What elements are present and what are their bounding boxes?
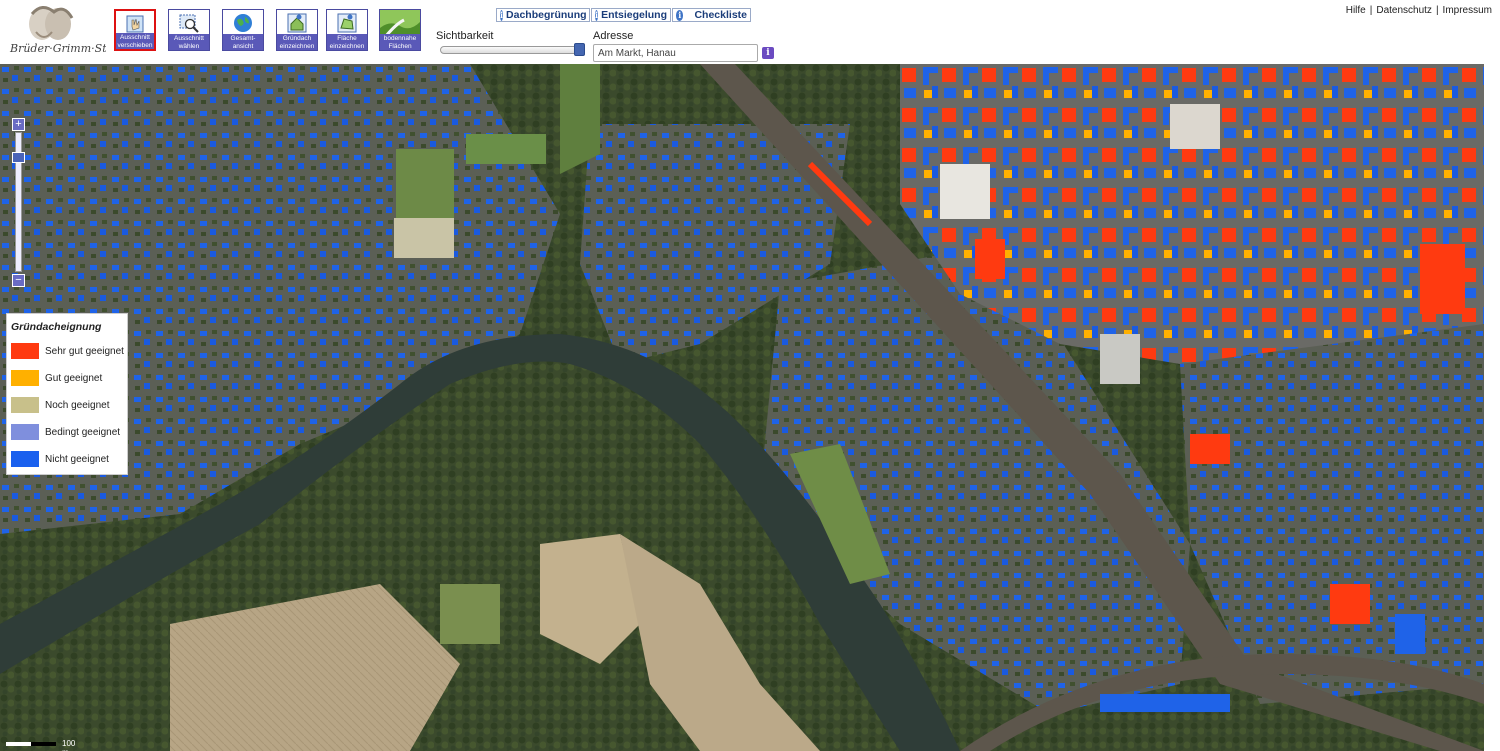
- visibility-slider-thumb[interactable]: [574, 43, 585, 56]
- checkliste-link[interactable]: i Checkliste: [672, 8, 751, 22]
- map-view[interactable]: + − Gründacheignung Sehr gut geeignet Gu…: [0, 64, 1484, 751]
- zoom-select-icon: [179, 14, 199, 33]
- aerial-map-image: [0, 64, 1484, 751]
- globe-icon: [234, 14, 252, 32]
- legend-swatch: [11, 343, 39, 359]
- info-icon: i: [676, 9, 684, 21]
- zoom-select-button-label: Ausschnitt wählen: [169, 34, 209, 50]
- dachbegruenung-label: Dachbegrünung: [506, 9, 587, 21]
- legend-item: Gut geeignet: [11, 370, 102, 386]
- svg-text:Brüder·Grimm·Stadt: Brüder·Grimm·Stadt: [9, 42, 106, 55]
- legend-swatch: [11, 451, 39, 467]
- legend-swatch: [11, 370, 39, 386]
- privacy-link[interactable]: Datenschutz: [1376, 5, 1432, 16]
- legend: Gründacheignung Sehr gut geeignet Gut ge…: [6, 313, 128, 475]
- legend-title: Gründacheignung: [11, 321, 102, 333]
- zoom-select-button[interactable]: Ausschnitt wählen: [168, 9, 210, 51]
- address-input[interactable]: [593, 44, 758, 62]
- logo: Brüder·Grimm·Stadt: [4, 2, 125, 58]
- visibility-slider[interactable]: [440, 46, 582, 54]
- legend-label: Noch geeignet: [45, 399, 110, 411]
- area-draw-icon: [337, 13, 357, 33]
- header-toolbar: Brüder·Grimm·Stadt Ausschnitt verschiebe…: [0, 0, 1500, 64]
- checkliste-label: Checkliste: [694, 9, 747, 21]
- scale-bar-graphic: [6, 742, 56, 746]
- help-link[interactable]: Hilfe: [1346, 5, 1366, 16]
- zoom-out-button[interactable]: −: [12, 274, 25, 287]
- legend-swatch: [11, 397, 39, 413]
- address-info-icon[interactable]: i: [762, 47, 774, 59]
- dachbegruenung-link[interactable]: i Dachbegrünung: [496, 8, 590, 22]
- overview-button[interactable]: Gesamt-ansicht: [222, 9, 264, 51]
- visibility-label: Sichtbarkeit: [436, 30, 494, 42]
- legend-label: Bedingt geeignet: [45, 426, 121, 438]
- zoom-in-button[interactable]: +: [12, 118, 25, 131]
- legend-item: Sehr gut geeignet: [11, 343, 124, 359]
- top-links: Hilfe | Datenschutz | Impressum: [1345, 5, 1492, 16]
- entsiegelung-link[interactable]: i Entsiegelung: [591, 8, 671, 22]
- zoom-control: + −: [12, 118, 26, 288]
- entsiegelung-label: Entsiegelung: [601, 9, 667, 21]
- legend-item: Noch geeignet: [11, 397, 110, 413]
- draw-roof-button-label: Gründach einzeichnen: [277, 34, 317, 50]
- legend-item: Bedingt geeignet: [11, 424, 120, 440]
- info-icon: i: [595, 9, 599, 21]
- ground-areas-button-label: bodennahe Flächen: [380, 34, 420, 50]
- overview-button-label: Gesamt-ansicht: [223, 34, 263, 50]
- legend-item: Nicht geeignet: [11, 451, 109, 467]
- landscape-icon: [380, 10, 420, 36]
- imprint-link[interactable]: Impressum: [1443, 5, 1492, 16]
- legend-label: Nicht geeignet: [45, 453, 109, 465]
- legend-swatch: [11, 424, 39, 440]
- pan-icon: [126, 15, 144, 33]
- zoom-slider-thumb[interactable]: [12, 152, 25, 163]
- ground-areas-button[interactable]: bodennahe Flächen: [379, 9, 421, 51]
- info-icon: i: [500, 9, 504, 21]
- legend-label: Gut geeignet: [45, 372, 103, 384]
- draw-area-button-label: Fläche einzeichnen: [327, 34, 367, 50]
- pan-button[interactable]: Ausschnitt verschieben: [114, 9, 156, 51]
- scale-bar-label: 100 m: [62, 739, 76, 751]
- draw-area-button[interactable]: Fläche einzeichnen: [326, 9, 368, 51]
- address-label: Adresse: [593, 30, 634, 42]
- legend-label: Sehr gut geeignet: [45, 345, 124, 357]
- pan-button-label: Ausschnitt verschieben: [116, 33, 154, 49]
- draw-roof-button[interactable]: Gründach einzeichnen: [276, 9, 318, 51]
- roof-draw-icon: [287, 13, 307, 33]
